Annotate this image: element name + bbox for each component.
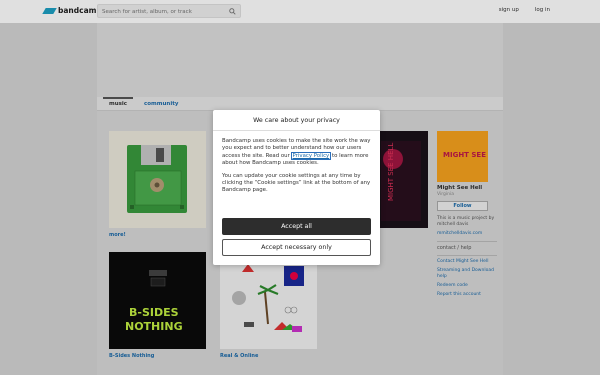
dialog-title: We care about your privacy — [213, 110, 380, 131]
cookie-consent-dialog: We care about your privacy Bandcamp uses… — [213, 110, 380, 265]
cookie-paragraph-2: You can update your cookie settings at a… — [222, 172, 371, 194]
accept-necessary-button[interactable]: Accept necessary only — [222, 239, 371, 256]
privacy-policy-link[interactable]: Privacy Policy — [290, 151, 332, 160]
cookie-paragraph-1: Bandcamp uses cookies to make the site w… — [222, 138, 371, 168]
dialog-body: Bandcamp uses cookies to make the site w… — [213, 131, 380, 195]
accept-all-button[interactable]: Accept all — [222, 218, 371, 235]
